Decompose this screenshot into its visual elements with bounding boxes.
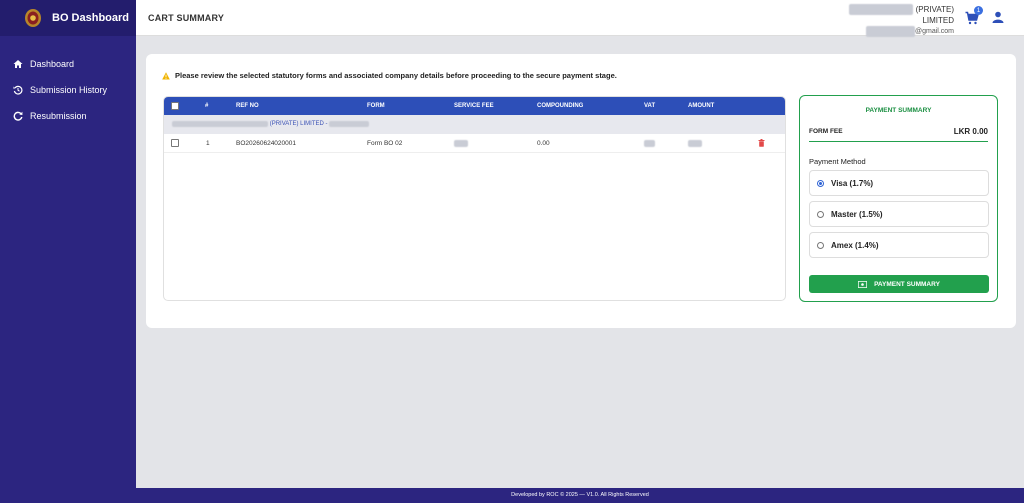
history-icon [13,85,23,95]
refresh-icon [13,111,23,121]
redacted-service-fee: 0000 [454,140,469,147]
brand[interactable]: BO Dashboard [0,0,136,36]
sidebar-item-label: Submission History [30,85,108,95]
payment-option-visa[interactable]: Visa (1.7%) [809,170,989,196]
row-form: Form BO 02 [367,140,403,147]
warning-icon [162,71,170,79]
column-header-amount: AMOUNT [688,103,715,109]
column-header-service-fee: SERVICE FEE [454,103,494,109]
company-info: XXXXXXXXXXXX (PRIVATE) LIMITED xxxxxxxxx… [849,4,954,37]
home-icon [13,60,23,68]
column-header-vat: VAT [644,103,656,109]
row-checkbox[interactable] [171,139,179,147]
cart-button[interactable]: 1 [965,6,983,25]
sidebar-item-dashboard[interactable]: Dashboard [0,51,136,77]
sidebar-item-submission-history[interactable]: Submission History [0,77,136,103]
redacted-reg-no: XXXXXXXXXX [329,121,370,127]
radio-master[interactable] [817,210,824,218]
row-compounding: 0.00 [537,140,550,147]
column-header-num: # [205,103,209,109]
company-suffix: (PRIVATE) [915,5,954,14]
select-all-checkbox[interactable] [171,102,179,110]
table-row: 1 BO20260624020001 Form BO 02 0000 0.00 … [164,134,785,153]
user-icon [992,11,1004,23]
top-header: CART SUMMARY XXXXXXXXXXXX (PRIVATE) LIMI… [136,0,1024,37]
radio-visa[interactable] [817,179,824,187]
row-num: 1 [206,140,210,147]
sidebar: BO Dashboard Dashboard Submission Histor… [0,0,136,503]
cart-summary-card: Please review the selected statutory for… [146,54,1016,328]
form-fee-row: FORM FEE LKR 0.00 [809,126,988,142]
payment-option-amex[interactable]: Amex (1.4%) [809,232,989,258]
sidebar-nav: Dashboard Submission History Resubmissio… [0,51,136,129]
redacted-vat: 000 [644,140,655,147]
payment-summary-button[interactable]: PAYMENT SUMMARY [809,275,989,293]
company-line2: LIMITED [922,16,954,25]
delete-icon[interactable] [758,139,765,147]
email-domain: @gmail.com [914,28,954,35]
user-menu-button[interactable] [992,11,1004,23]
table-header: # REF NO FORM SERVICE FEE COMPOUNDING VA… [164,97,785,115]
footer: Developed by ROC © 2025 — V1.0. All Righ… [136,488,1024,503]
page-title: CART SUMMARY [148,13,225,23]
redacted-email: xxxxxxxxxxxxxx [865,26,915,37]
payment-option-label: Amex (1.4%) [831,240,879,250]
review-notice: Please review the selected statutory for… [162,71,617,80]
radio-amex[interactable] [817,241,824,249]
sidebar-item-label: Resubmission [30,111,87,121]
row-ref-no: BO20260624020001 [236,140,297,147]
sidebar-item-label: Dashboard [30,59,75,69]
redacted-amount: 0000 [688,140,703,147]
emblem-logo [24,8,42,28]
payment-option-label: Master (1.5%) [831,209,883,219]
form-fee-label: FORM FEE [809,128,843,135]
sidebar-item-resubmission[interactable]: Resubmission [0,103,136,129]
column-header-ref: REF NO [236,103,259,109]
redacted-group-name: XXXXXXXXXXXXXXXXXXXXXXXX [172,121,269,127]
company-group-row: XXXXXXXXXXXXXXXXXXXXXXXX (PRIVATE) LIMIT… [164,115,785,134]
payment-summary-title: PAYMENT SUMMARY [865,107,932,114]
payment-summary-panel: PAYMENT SUMMARY FORM FEE LKR 0.00 Paymen… [799,95,998,302]
group-suffix: (PRIVATE) LIMITED [269,121,324,127]
notice-text: Please review the selected statutory for… [175,71,617,80]
payment-option-master[interactable]: Master (1.5%) [809,201,989,227]
cart-count-badge: 1 [974,6,983,15]
column-header-form: FORM [367,103,385,109]
payment-option-label: Visa (1.7%) [831,178,874,188]
money-icon [858,280,868,288]
redacted-company-name: XXXXXXXXXXXX [849,4,914,15]
brand-title: BO Dashboard [52,12,130,24]
payment-button-label: PAYMENT SUMMARY [874,280,940,288]
form-fee-value: LKR 0.00 [953,127,988,136]
column-header-compounding: COMPOUNDING [537,103,584,109]
cart-table: # REF NO FORM SERVICE FEE COMPOUNDING VA… [163,96,786,301]
payment-method-label: Payment Method [809,157,866,166]
